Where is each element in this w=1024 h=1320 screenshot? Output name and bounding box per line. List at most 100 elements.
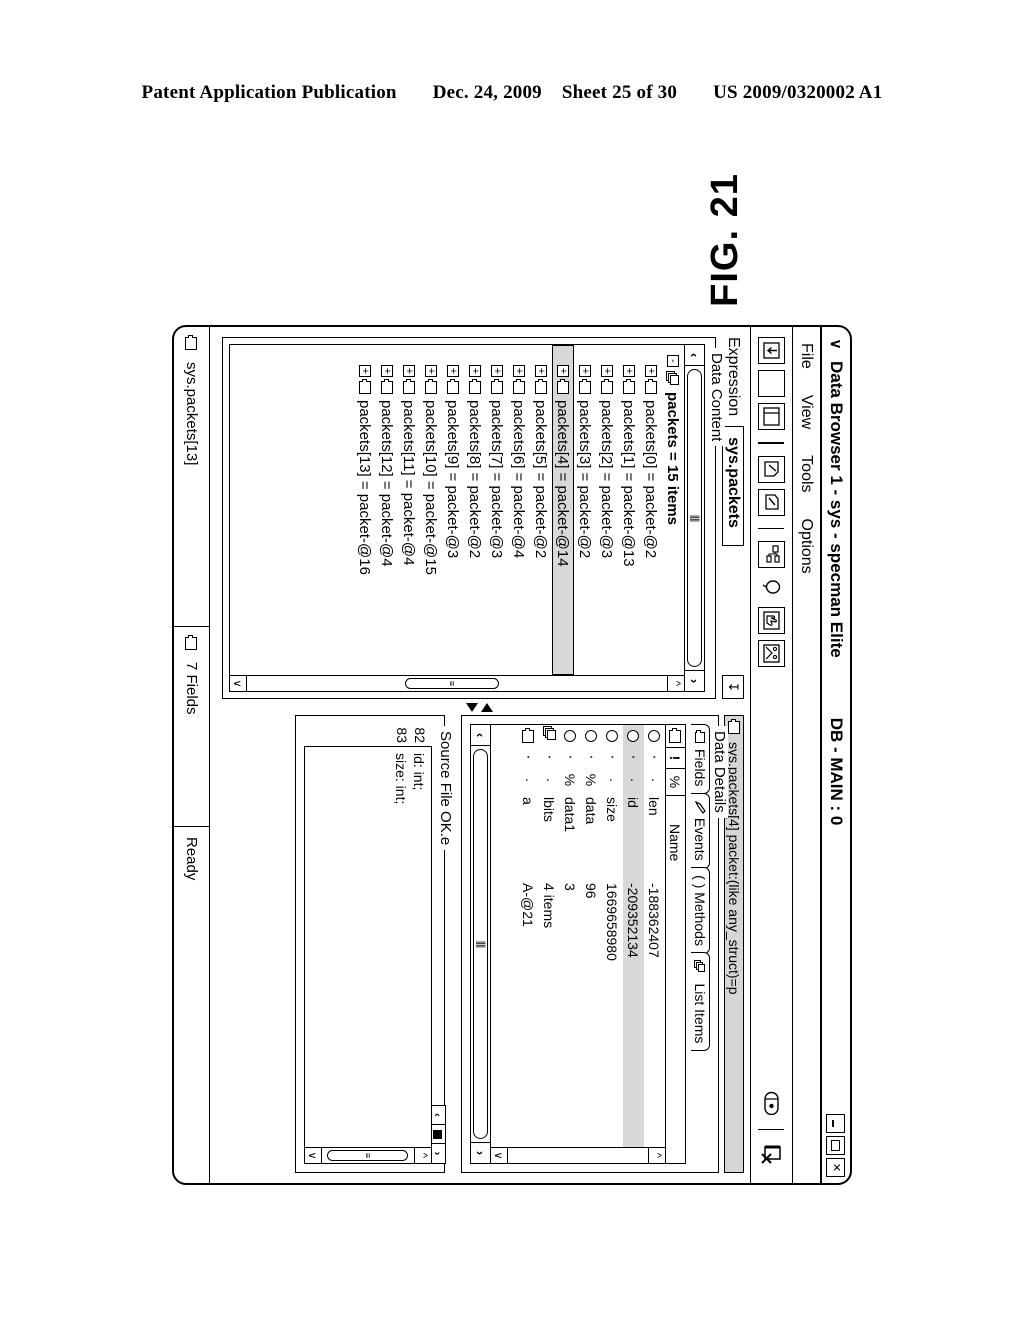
field-row[interactable]: ·% data 96: [581, 725, 602, 1147]
tree-item[interactable]: + packets[1] = packet-@13: [618, 345, 640, 675]
source-file-legend: Source File OK.e: [437, 726, 454, 851]
hscroll-right-arrow[interactable]: ›: [471, 1142, 490, 1163]
field-row[interactable]: · · a A-@21: [518, 725, 539, 1147]
vscroll-track[interactable]: ≡: [247, 676, 667, 691]
field-row[interactable]: · · len -188362407: [644, 725, 665, 1147]
vscroll-thumb[interactable]: ≡: [327, 1150, 409, 1161]
item-expander[interactable]: +: [601, 365, 614, 377]
menu-item-tools[interactable]: Tools: [798, 455, 816, 492]
column-header-name[interactable]: Name: [666, 796, 685, 1163]
tree-item[interactable]: + packets[13] = packet-@16: [354, 345, 376, 675]
item-expander[interactable]: +: [535, 365, 548, 377]
tree-root-row[interactable]: - packets = 15 items: [662, 345, 684, 675]
source-scroll-right-arrow[interactable]: ›: [430, 1144, 445, 1163]
item-expander[interactable]: +: [447, 365, 460, 377]
close-document-icon[interactable]: [758, 1142, 785, 1169]
menu-item-file[interactable]: File: [798, 343, 816, 369]
hand-pointer-icon[interactable]: [758, 607, 785, 634]
graph-icon[interactable]: [758, 640, 785, 667]
tree-item[interactable]: + packets[12] = packet-@4: [376, 345, 398, 675]
fields-grid-hscrollbar[interactable]: ‹ |||| ›: [471, 725, 491, 1163]
vscroll-track[interactable]: [508, 1148, 648, 1163]
source-vscrollbar[interactable]: ^ ≡ ∨: [305, 1147, 431, 1163]
item-expander[interactable]: +: [579, 365, 592, 377]
close-button[interactable]: ✕: [826, 1158, 846, 1177]
struct-icon: [623, 381, 635, 394]
menu-item-view[interactable]: View: [798, 395, 816, 429]
vscroll-track[interactable]: ≡: [322, 1148, 414, 1163]
data-content-hscrollbar[interactable]: ‹ |||| ›: [684, 345, 704, 691]
column-header-exclaim[interactable]: !: [666, 748, 685, 769]
tab-list-items[interactable]: List Items: [691, 952, 710, 1052]
item-expander[interactable]: +: [557, 365, 570, 377]
hscroll-left-arrow[interactable]: ‹: [685, 345, 704, 366]
vscroll-up-arrow[interactable]: ^: [414, 1148, 431, 1163]
tree-item[interactable]: + packets[5] = packet-@2: [530, 345, 552, 675]
item-expander[interactable]: +: [403, 365, 416, 377]
import-down-icon[interactable]: [758, 337, 785, 364]
vscroll-down-arrow[interactable]: ∨: [305, 1148, 322, 1163]
tree-item[interactable]: + packets[11] = packet-@4: [398, 345, 420, 675]
data-content-legend: Data Content: [708, 348, 725, 447]
tree-item[interactable]: + packets[4] = packet-@14: [552, 345, 574, 675]
tree-item[interactable]: + packets[6] = packet-@4: [508, 345, 530, 675]
field-row[interactable]: · · lbits 4 items: [539, 725, 560, 1147]
edit-page-icon[interactable]: [758, 455, 785, 483]
field-row[interactable]: ·% data1 3: [560, 725, 581, 1147]
expression-input[interactable]: sys.packets: [722, 426, 744, 547]
item-expander[interactable]: +: [513, 365, 526, 377]
hscroll-track[interactable]: ||||: [685, 366, 704, 670]
hscroll-thumb[interactable]: ||||: [473, 749, 488, 1139]
blank-page-icon[interactable]: [758, 370, 785, 397]
balloon-icon[interactable]: [758, 574, 785, 601]
menu-item-options[interactable]: Options: [798, 519, 816, 574]
hscroll-thumb[interactable]: ||||: [687, 369, 702, 667]
item-expander[interactable]: +: [359, 365, 372, 377]
tab-methods[interactable]: ( ) Methods: [691, 867, 710, 954]
item-expander[interactable]: +: [491, 365, 504, 377]
field-row[interactable]: · · size 1669658980: [602, 725, 623, 1147]
split-page-icon[interactable]: [758, 403, 785, 430]
field-exclaim-cell: ·: [583, 754, 601, 760]
fields-grid-vscrollbar[interactable]: ^ ∨: [491, 1147, 665, 1163]
tree-item[interactable]: + packets[10] = packet-@15: [420, 345, 442, 675]
hscroll-track[interactable]: ||||: [471, 746, 490, 1142]
item-expander[interactable]: +: [381, 365, 394, 377]
tree-item[interactable]: + packets[9] = packet-@3: [442, 345, 464, 675]
item-expander[interactable]: +: [469, 365, 482, 377]
field-name-cell: id: [625, 797, 642, 808]
item-expander[interactable]: +: [623, 365, 636, 377]
tree-item[interactable]: + packets[7] = packet-@3: [486, 345, 508, 675]
hscroll-left-arrow[interactable]: ‹: [471, 725, 490, 746]
vscroll-down-arrow[interactable]: ∨: [491, 1148, 508, 1163]
maximize-button[interactable]: [826, 1136, 846, 1155]
column-header-percent[interactable]: %: [666, 769, 685, 796]
item-label: packets[3] = packet-@2: [576, 400, 594, 559]
toggle-switch-icon[interactable]: [758, 1089, 785, 1117]
minimize-button[interactable]: [826, 1114, 846, 1133]
tab-events[interactable]: Events: [691, 792, 710, 869]
field-value-cell: -209352134: [625, 883, 642, 958]
system-menu-icon[interactable]: ∨: [825, 333, 847, 355]
expression-dropdown-button[interactable]: ↧: [722, 675, 744, 699]
tree-item[interactable]: + packets[8] = packet-@2: [464, 345, 486, 675]
source-scroll-block[interactable]: [430, 1125, 445, 1144]
source-code-area[interactable]: id: int; size: int; ^ ≡ ∨: [304, 746, 432, 1164]
tree-item[interactable]: + packets[0] = packet-@2: [640, 345, 662, 675]
item-expander[interactable]: +: [645, 365, 658, 377]
vscroll-up-arrow[interactable]: ^: [667, 676, 684, 691]
root-expander[interactable]: -: [667, 355, 680, 367]
field-row[interactable]: · · id -209352134: [623, 725, 644, 1147]
vscroll-up-arrow[interactable]: ^: [648, 1148, 665, 1163]
tab-fields[interactable]: Fields: [691, 724, 710, 795]
vscroll-down-arrow[interactable]: ∨: [230, 676, 247, 691]
data-content-vscrollbar[interactable]: ^ ≡ ∨: [230, 675, 684, 691]
item-expander[interactable]: +: [425, 365, 438, 377]
hierarchy-tree-icon[interactable]: [758, 541, 785, 568]
edit-note-icon[interactable]: [758, 488, 785, 516]
tree-item[interactable]: + packets[2] = packet-@3: [596, 345, 618, 675]
vscroll-thumb[interactable]: ≡: [404, 678, 499, 689]
hscroll-right-arrow[interactable]: ›: [685, 670, 704, 691]
source-scroll-left-arrow[interactable]: ‹: [430, 1106, 445, 1125]
tree-item[interactable]: + packets[3] = packet-@2: [574, 345, 596, 675]
